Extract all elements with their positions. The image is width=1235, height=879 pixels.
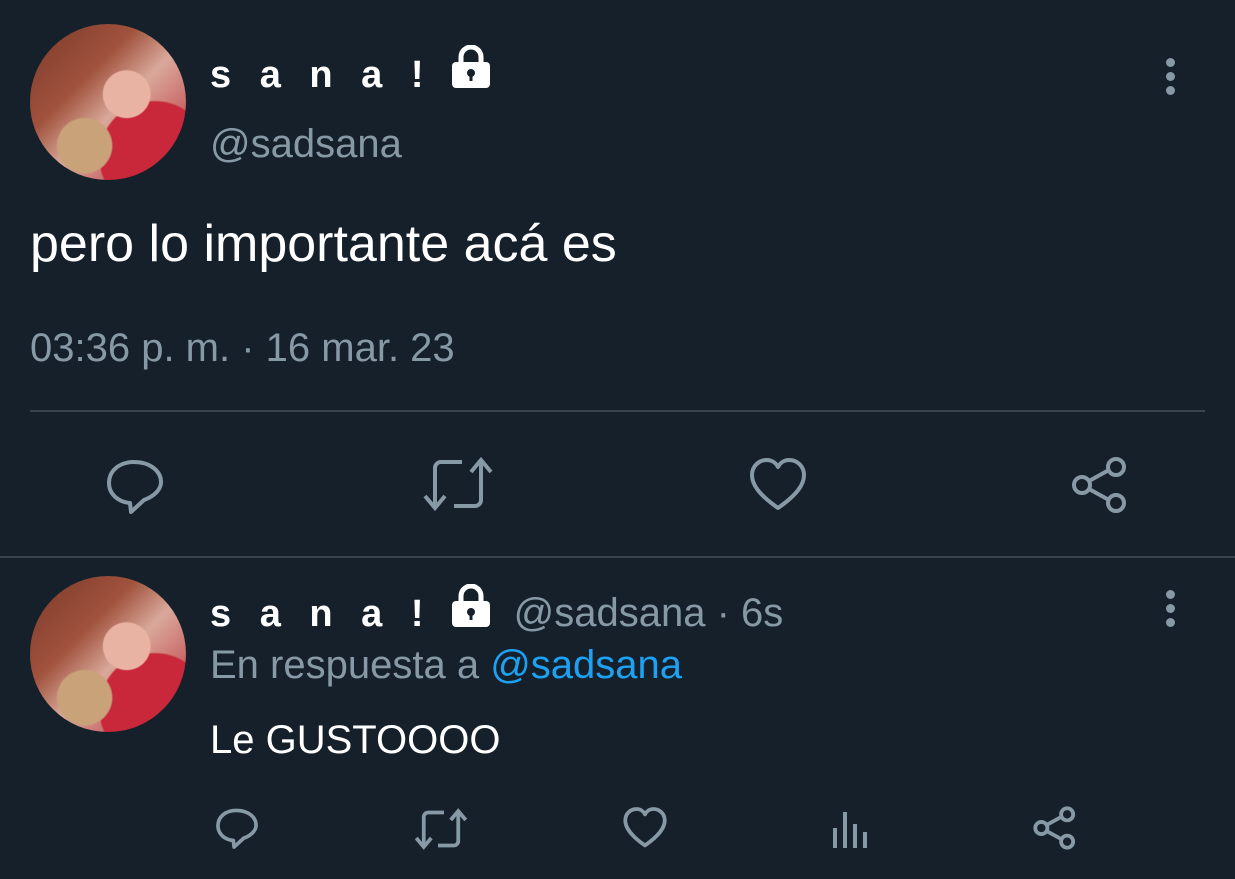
reply-text: Le GUSTOOOO: [210, 718, 501, 762]
reply-header: s a n a ! @sadsana · 6s: [210, 583, 783, 638]
tweet-text: pero lo importante acá es: [30, 215, 617, 273]
in-reply-to: En respuesta a @sadsana: [210, 643, 682, 688]
like-icon[interactable]: [748, 456, 808, 519]
reply-handle[interactable]: @sadsana: [514, 591, 706, 635]
lock-icon: [448, 44, 494, 99]
tweet-separator: [0, 556, 1235, 558]
reply-icon[interactable]: [104, 456, 166, 521]
reply-age[interactable]: 6s: [741, 591, 783, 635]
share-icon[interactable]: [1070, 456, 1130, 519]
divider: [30, 410, 1205, 412]
retweet-icon[interactable]: [422, 456, 494, 517]
analytics-icon[interactable]: [830, 808, 870, 855]
retweet-icon[interactable]: [414, 808, 468, 855]
avatar[interactable]: [30, 24, 186, 180]
in-reply-prefix: En respuesta a: [210, 643, 480, 687]
display-name[interactable]: s a n a !: [210, 44, 494, 99]
reply-avatar[interactable]: [30, 576, 186, 732]
reply-display-name[interactable]: s a n a !: [210, 583, 514, 635]
username-handle[interactable]: @sadsana: [210, 122, 402, 167]
display-name-text: s a n a !: [210, 54, 433, 96]
reply-more-options-icon[interactable]: [1166, 590, 1176, 632]
like-icon[interactable]: [622, 806, 668, 855]
reply-display-name-text: s a n a !: [210, 593, 433, 635]
lock-icon: [448, 583, 494, 638]
more-options-icon[interactable]: [1166, 58, 1176, 100]
reply-separator: ·: [716, 591, 730, 635]
tweet-timestamp[interactable]: 03:36 p. m. · 16 mar. 23: [30, 326, 455, 371]
reply-icon[interactable]: [214, 806, 260, 855]
mention-link[interactable]: @sadsana: [490, 643, 682, 687]
share-icon[interactable]: [1032, 806, 1078, 855]
